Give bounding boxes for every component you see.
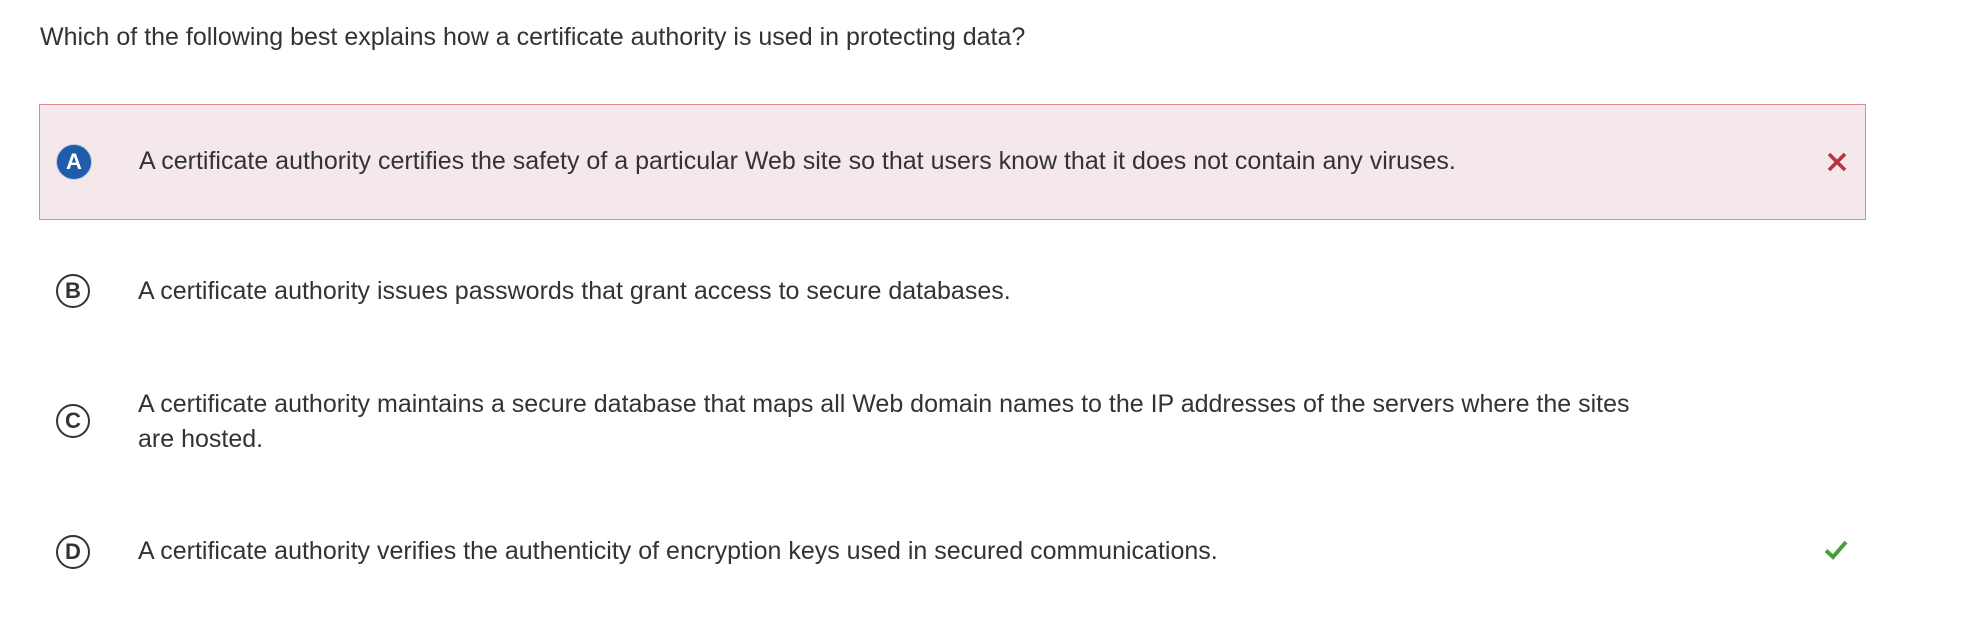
check-icon bbox=[1824, 538, 1848, 562]
choice-a-letter: A bbox=[57, 145, 91, 179]
choice-b-letter: B bbox=[56, 274, 90, 308]
choice-c-text: A certificate authority maintains a secu… bbox=[138, 390, 1630, 453]
choice-a-text: A certificate authority certifies the sa… bbox=[139, 147, 1456, 175]
choice-d[interactable]: D A certificate authority verifies the a… bbox=[39, 489, 1866, 583]
choice-c-letter: C bbox=[56, 404, 90, 438]
question-text: Which of the following best explains how… bbox=[40, 23, 1026, 51]
choice-d-letter: D bbox=[56, 535, 90, 569]
x-icon bbox=[1825, 150, 1849, 174]
choice-b[interactable]: B A certificate authority issues passwor… bbox=[39, 232, 1866, 326]
choice-d-text: A certificate authority verifies the aut… bbox=[138, 537, 1218, 565]
choice-b-text: A certificate authority issues passwords… bbox=[138, 277, 1011, 305]
choice-a[interactable]: A A certificate authority certifies the … bbox=[39, 104, 1866, 220]
choice-c[interactable]: C A certificate authority maintains a se… bbox=[39, 349, 1866, 459]
